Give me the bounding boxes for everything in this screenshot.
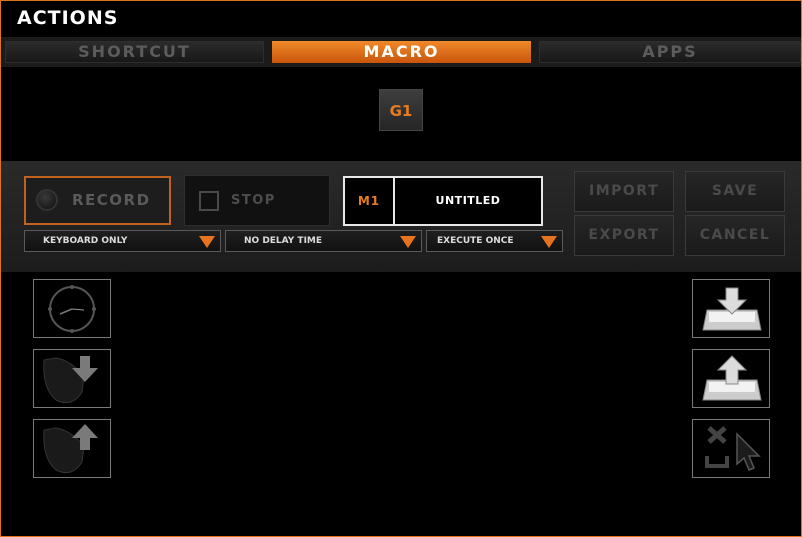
delay-value: NO DELAY TIME — [244, 236, 323, 246]
delay-dropdown[interactable]: NO DELAY TIME — [225, 230, 422, 252]
key-down-button[interactable] — [692, 279, 770, 338]
tab-bar: SHORTCUT MACRO APPS — [1, 37, 801, 67]
window-title: ACTIONS — [17, 7, 119, 29]
macro-name-field[interactable]: UNTITLED — [395, 178, 541, 224]
execution-value: EXECUTE ONCE — [437, 236, 514, 246]
stop-label: STOP — [231, 193, 276, 208]
insert-delay-button[interactable] — [33, 279, 111, 338]
mouse-up-button[interactable] — [33, 419, 111, 478]
app-window: ACTIONS SHORTCUT MACRO APPS G1 RECORD ST… — [0, 0, 802, 537]
tab-apps[interactable]: APPS — [539, 41, 801, 63]
stop-icon — [199, 191, 219, 211]
macro-control-panel: RECORD STOP M1 UNTITLED IMPORT SAVE EXPO… — [1, 161, 801, 272]
chevron-down-icon — [541, 236, 557, 248]
import-button[interactable]: IMPORT — [574, 171, 674, 212]
macro-slot-label: M1 — [345, 178, 395, 224]
record-mode-dropdown[interactable]: KEYBOARD ONLY — [24, 230, 221, 252]
delete-action-button[interactable] — [692, 419, 770, 478]
mouse-down-icon — [43, 356, 98, 404]
key-down-icon — [702, 287, 762, 331]
record-button[interactable]: RECORD — [24, 176, 171, 225]
key-up-icon — [702, 355, 762, 401]
delete-cursor-icon — [705, 426, 761, 471]
record-icon — [36, 189, 58, 211]
record-mode-value: KEYBOARD ONLY — [43, 236, 128, 246]
stop-button[interactable]: STOP — [184, 175, 330, 226]
mouse-down-button[interactable] — [33, 349, 111, 408]
tab-shortcut[interactable]: SHORTCUT — [5, 41, 264, 63]
mouse-up-icon — [43, 424, 98, 474]
record-label: RECORD — [72, 191, 151, 209]
chevron-down-icon — [400, 236, 416, 248]
tab-macro[interactable]: MACRO — [272, 41, 531, 63]
macro-name-box: M1 UNTITLED — [343, 176, 543, 226]
execution-dropdown[interactable]: EXECUTE ONCE — [426, 230, 563, 252]
cancel-button[interactable]: CANCEL — [685, 215, 785, 256]
key-up-button[interactable] — [692, 349, 770, 408]
chevron-down-icon — [199, 236, 215, 248]
clock-icon — [48, 285, 96, 333]
save-button[interactable]: SAVE — [685, 171, 785, 212]
g-key-selector[interactable]: G1 — [379, 89, 423, 131]
export-button[interactable]: EXPORT — [574, 215, 674, 256]
